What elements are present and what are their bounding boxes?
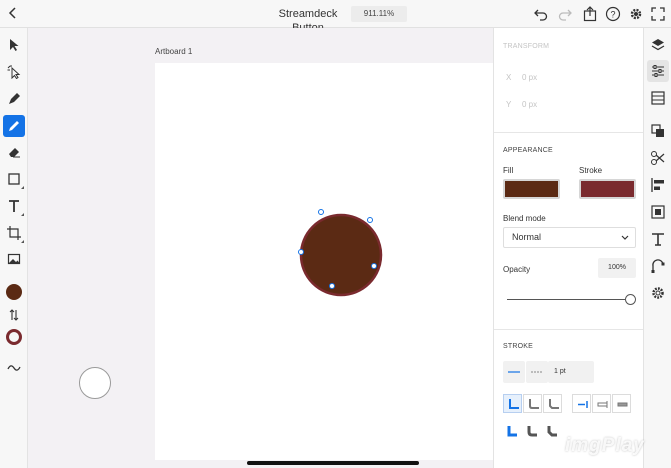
butt-cap-button[interactable]: [503, 421, 522, 440]
opacity-value-field[interactable]: 100%: [598, 258, 636, 278]
combine-shapes-icon[interactable]: [650, 123, 666, 139]
pen-tool[interactable]: [3, 88, 25, 110]
divider: [494, 132, 644, 133]
right-icon-rail: [643, 28, 671, 468]
submenu-corner-icon: [21, 186, 24, 189]
stroke-width-field[interactable]: 1 pt: [548, 361, 594, 383]
canvas-area[interactable]: Artboard 1: [28, 28, 493, 468]
stroke-swatch[interactable]: [579, 179, 636, 199]
y-value-field[interactable]: 0 px: [522, 100, 537, 109]
anchor-point-handle[interactable]: [329, 283, 335, 289]
fill-swatch[interactable]: [503, 179, 560, 199]
stroke-outside-button[interactable]: [612, 394, 631, 413]
round-cap-button[interactable]: [523, 421, 542, 440]
transform-section-title: TRANSFORM: [503, 43, 550, 50]
blend-mode-select[interactable]: Normal: [503, 227, 636, 248]
fill-color-well[interactable]: [3, 281, 25, 303]
pencil-tool[interactable]: [3, 115, 25, 137]
align-icon[interactable]: [650, 177, 666, 193]
fill-label: Fill: [503, 166, 514, 175]
square-cap-button[interactable]: [543, 421, 562, 440]
select-tool[interactable]: [3, 34, 25, 56]
assets-icon[interactable]: [650, 90, 666, 106]
anchor-point-handle[interactable]: [298, 249, 304, 255]
x-label: X: [506, 73, 512, 82]
property-inspector: TRANSFORM X 0 px Y 0 px APPEARANCE Fill …: [493, 28, 644, 468]
svg-text:?: ?: [610, 10, 615, 20]
solid-stroke-button[interactable]: [503, 361, 525, 383]
miter-join-button[interactable]: [503, 394, 522, 413]
opacity-label: Opacity: [503, 265, 531, 274]
top-bar: Streamdeck Button 911.11% ?: [0, 0, 671, 34]
stroke-inside-button[interactable]: [572, 394, 591, 413]
y-label: Y: [506, 100, 512, 109]
back-chevron-icon[interactable]: [8, 6, 22, 22]
anchor-point-handle[interactable]: [318, 209, 324, 215]
brush-options-icon[interactable]: [3, 357, 25, 379]
direct-select-tool[interactable]: [3, 61, 25, 83]
stroke-color-well[interactable]: [3, 326, 25, 348]
scissors-icon[interactable]: [650, 150, 666, 166]
submenu-corner-icon: [21, 240, 24, 243]
rectangle-tool[interactable]: [3, 168, 25, 190]
properties-icon[interactable]: [647, 60, 669, 82]
blend-mode-value: Normal: [512, 232, 542, 242]
settings-gear-icon[interactable]: [628, 6, 644, 22]
touch-modifier-button[interactable]: [79, 367, 111, 399]
help-icon[interactable]: ?: [605, 6, 621, 22]
anchor-point-handle[interactable]: [367, 217, 373, 223]
artboard-label[interactable]: Artboard 1: [155, 47, 192, 56]
image-tool[interactable]: [3, 248, 25, 270]
submenu-corner-icon: [21, 213, 24, 216]
circle-shape[interactable]: [299, 213, 383, 297]
stroke-center-button[interactable]: [592, 394, 611, 413]
anchor-point-handle[interactable]: [371, 263, 377, 269]
type-icon[interactable]: [650, 231, 666, 247]
swap-colors-icon[interactable]: [3, 304, 25, 326]
plugins-gear-icon[interactable]: [650, 285, 666, 301]
eraser-tool[interactable]: [3, 141, 25, 163]
dashed-stroke-button[interactable]: [526, 361, 548, 383]
chevron-down-icon: [621, 228, 629, 254]
left-toolbar: [0, 28, 28, 468]
crop-tool[interactable]: [3, 222, 25, 244]
divider: [494, 329, 644, 330]
x-value-field[interactable]: 0 px: [522, 73, 537, 82]
home-indicator[interactable]: [247, 461, 419, 465]
repeat-grid-icon[interactable]: [650, 204, 666, 220]
path-icon[interactable]: [650, 258, 666, 274]
text-tool[interactable]: [3, 195, 25, 217]
zoom-level[interactable]: 911.11%: [351, 6, 407, 22]
undo-icon[interactable]: [533, 6, 549, 22]
blend-mode-label: Blend mode: [503, 214, 546, 223]
redo-icon[interactable]: [557, 6, 573, 22]
layers-icon[interactable]: [650, 37, 666, 53]
fullscreen-icon[interactable]: [650, 6, 666, 22]
watermark-logo: imgPlay: [565, 435, 645, 456]
appearance-section-title: APPEARANCE: [503, 147, 553, 154]
stroke-section-title: STROKE: [503, 343, 533, 350]
round-join-button[interactable]: [523, 394, 542, 413]
stroke-label: Stroke: [579, 166, 603, 175]
opacity-slider-track[interactable]: [507, 299, 625, 300]
bevel-join-button[interactable]: [543, 394, 562, 413]
opacity-slider-knob[interactable]: [625, 294, 636, 305]
share-icon[interactable]: [582, 6, 598, 22]
